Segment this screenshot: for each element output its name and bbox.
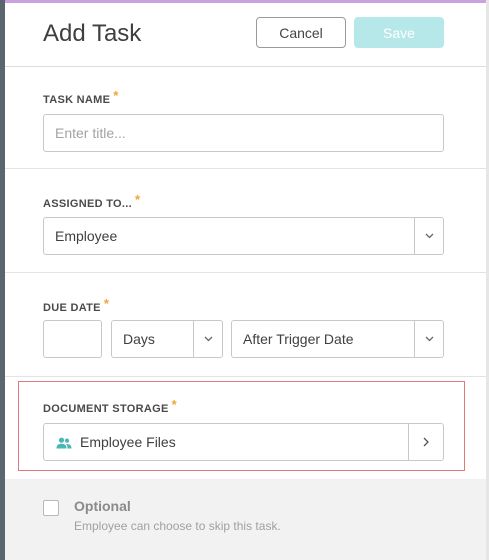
document-storage-label-text: DOCUMENT STORAGE [43,403,169,415]
save-button[interactable]: Save [354,17,444,48]
assigned-to-label-text: ASSIGNED TO... [43,198,132,210]
optional-description: Employee can choose to skip this task. [74,519,281,533]
assigned-to-label: ASSIGNED TO... * [43,192,141,210]
required-mark: * [171,397,177,412]
due-date-number-input[interactable] [43,320,102,358]
due-date-unit-value: Days [123,331,155,347]
task-name-section: TASK NAME * Enter title... [5,67,486,169]
task-name-label: TASK NAME * [43,88,119,106]
required-mark: * [113,88,119,103]
due-date-section: DUE DATE * Days After Trigger Date [5,273,486,377]
chevron-down-icon[interactable] [193,321,222,357]
panel-header: Add Task Cancel Save [5,3,486,67]
optional-section: Optional Employee can choose to skip thi… [5,479,486,560]
due-date-unit-select[interactable]: Days [111,320,223,358]
required-mark: * [134,192,141,207]
chevron-down-icon[interactable] [414,218,443,254]
optional-title: Optional [74,498,131,514]
due-date-label-text: DUE DATE [43,302,101,314]
task-name-placeholder: Enter title... [55,125,126,141]
cancel-button[interactable]: Cancel [256,17,346,48]
document-storage-select[interactable]: Employee Files [43,423,444,461]
assigned-to-value: Employee [55,228,118,244]
document-storage-value: Employee Files [80,434,176,450]
page-title: Add Task [43,20,142,47]
chevron-right-icon[interactable] [408,424,443,460]
add-task-panel: Add Task Cancel Save TASK NAME * Enter ti… [5,3,486,560]
due-date-label: DUE DATE * [43,296,110,314]
task-name-label-text: TASK NAME [43,94,111,106]
due-date-trigger-value: After Trigger Date [243,331,354,347]
chevron-down-icon[interactable] [414,321,443,357]
required-mark: * [103,296,110,311]
people-icon [56,436,72,449]
assigned-to-select[interactable]: Employee [43,217,444,255]
document-storage-label: DOCUMENT STORAGE * [43,397,177,415]
task-name-input[interactable]: Enter title... [43,114,444,152]
optional-checkbox[interactable] [43,500,59,516]
assigned-to-section: ASSIGNED TO... * Employee [5,169,486,273]
due-date-trigger-select[interactable]: After Trigger Date [231,320,444,358]
